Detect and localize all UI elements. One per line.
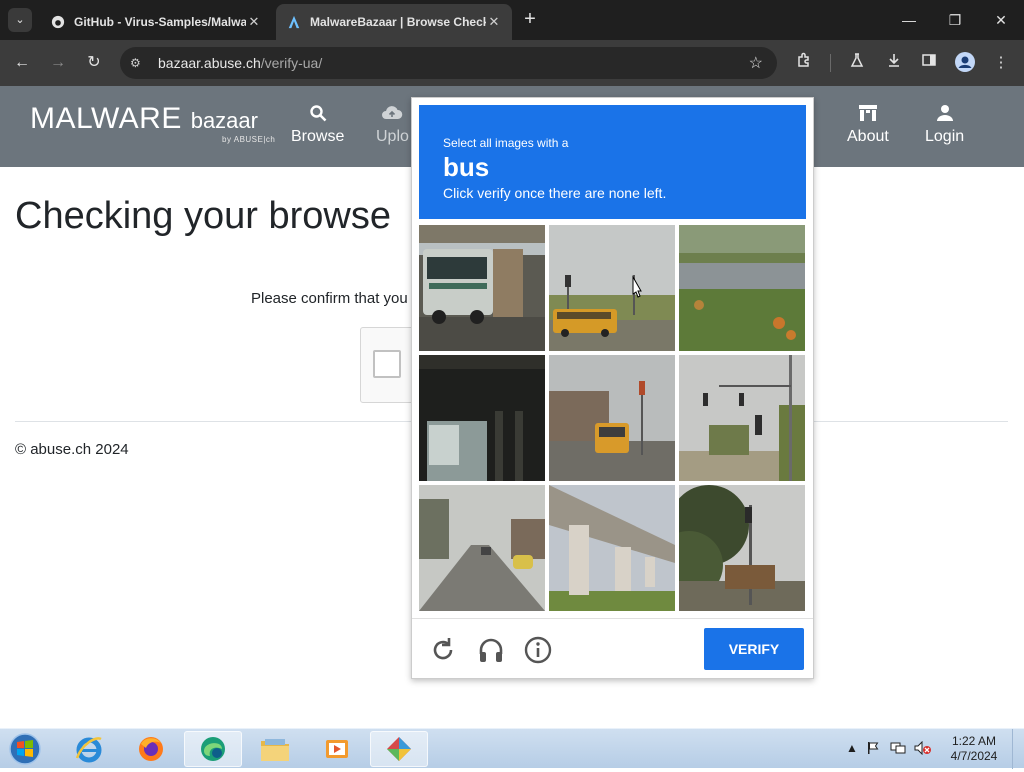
nav-browse[interactable]: Browse bbox=[291, 104, 344, 146]
tab-title: MalwareBazaar | Browse Check bbox=[310, 15, 486, 29]
system-clock[interactable]: 1:22 AM 4/7/2024 bbox=[944, 734, 1004, 764]
challenge-footer-divider bbox=[412, 618, 813, 619]
address-bar[interactable]: ⚙ bazaar.abuse.ch/verify-ua/ ☆ bbox=[120, 47, 777, 79]
captcha-tile-4[interactable] bbox=[419, 355, 545, 481]
captcha-tile-8[interactable] bbox=[549, 485, 675, 611]
internet-explorer-icon[interactable] bbox=[60, 731, 118, 767]
network-icon[interactable] bbox=[890, 741, 906, 758]
close-tab-icon[interactable]: ✕ bbox=[486, 14, 502, 30]
info-icon[interactable] bbox=[523, 635, 553, 665]
building-icon bbox=[847, 104, 889, 124]
verify-button[interactable]: VERIFY bbox=[704, 628, 804, 670]
github-icon bbox=[50, 14, 66, 30]
edge-icon[interactable] bbox=[184, 731, 242, 767]
challenge-instruction: Select all images with a bbox=[443, 136, 569, 150]
minimize-button[interactable]: — bbox=[886, 0, 932, 40]
nav-upload[interactable]: Uplo bbox=[376, 104, 409, 146]
nav-login[interactable]: Login bbox=[925, 104, 964, 146]
side-panel-icon[interactable] bbox=[918, 52, 940, 74]
taskbar: ▲ 1:22 AM 4/7/2024 bbox=[0, 728, 1024, 769]
show-desktop-button[interactable] bbox=[1012, 729, 1024, 769]
restore-button[interactable]: ❐ bbox=[932, 0, 978, 40]
captcha-tile-9[interactable] bbox=[679, 485, 805, 611]
nav-about[interactable]: About bbox=[847, 104, 889, 146]
toolbar-divider bbox=[830, 54, 831, 72]
footer-copyright: © abuse.ch 2024 bbox=[15, 441, 129, 458]
challenge-target-word: bus bbox=[443, 152, 490, 182]
confirm-text: Please confirm that you bbox=[251, 290, 408, 307]
captcha-challenge: Select all images with a bus Click verif… bbox=[411, 97, 814, 679]
captcha-tile-6[interactable] bbox=[679, 355, 805, 481]
tab-title: GitHub - Virus-Samples/Malwa bbox=[74, 15, 246, 29]
start-button[interactable] bbox=[6, 731, 44, 767]
reload-button[interactable]: ↻ bbox=[82, 51, 106, 75]
clock-date: 4/7/2024 bbox=[950, 749, 998, 763]
tab-github[interactable]: GitHub - Virus-Samples/Malwa ✕ bbox=[40, 4, 272, 40]
menu-kebab-icon[interactable]: ⋮ bbox=[990, 52, 1012, 74]
recaptcha-checkbox[interactable] bbox=[373, 350, 401, 378]
malwarebazaar-icon bbox=[286, 14, 302, 30]
reload-challenge-icon[interactable] bbox=[428, 635, 458, 665]
folder-icon[interactable] bbox=[246, 731, 304, 767]
tab-search-button[interactable]: ⌄ bbox=[8, 8, 32, 32]
close-window-button[interactable]: ✕ bbox=[978, 0, 1024, 40]
challenge-subtext: Click verify once there are none left. bbox=[443, 185, 667, 201]
search-icon bbox=[291, 104, 344, 124]
tab-malwarebazaar[interactable]: MalwareBazaar | Browse Check ✕ bbox=[276, 4, 512, 40]
browser-toolbar: ← → ↻ ⚙ bazaar.abuse.ch/verify-ua/ ☆ ⋮ bbox=[0, 40, 1024, 86]
volume-muted-icon[interactable] bbox=[914, 740, 932, 758]
clock-time: 1:22 AM bbox=[951, 734, 997, 748]
extensions-icon[interactable] bbox=[793, 52, 815, 74]
action-center-flag-icon[interactable] bbox=[866, 741, 880, 758]
user-icon bbox=[925, 104, 964, 124]
show-hidden-icons-icon[interactable]: ▲ bbox=[846, 741, 858, 755]
site-info-icon[interactable]: ⚙ bbox=[130, 56, 150, 70]
challenge-header: Select all images with a bus Click verif… bbox=[419, 105, 806, 219]
url-text: bazaar.abuse.ch/verify-ua/ bbox=[158, 55, 323, 71]
close-tab-icon[interactable]: ✕ bbox=[246, 14, 262, 30]
forward-button[interactable]: → bbox=[46, 51, 70, 75]
back-button[interactable]: ← bbox=[10, 51, 34, 75]
firefox-icon[interactable] bbox=[122, 731, 180, 767]
captcha-tile-1[interactable] bbox=[419, 225, 545, 351]
profile-avatar-icon[interactable] bbox=[954, 52, 976, 74]
page-title: Checking your browse bbox=[15, 195, 391, 237]
logo-byline: by ABUSE|ch bbox=[222, 135, 276, 144]
site-logo[interactable]: MALWARE bazaar bbox=[30, 102, 258, 136]
paint-icon[interactable] bbox=[370, 731, 428, 767]
media-player-icon[interactable] bbox=[308, 731, 366, 767]
captcha-tile-2[interactable] bbox=[549, 225, 675, 351]
download-icon[interactable] bbox=[883, 52, 905, 74]
tab-bar: ⌄ GitHub - Virus-Samples/Malwa ✕ Malware… bbox=[0, 0, 1024, 40]
new-tab-button[interactable]: + bbox=[518, 8, 542, 32]
captcha-tile-5[interactable] bbox=[549, 355, 675, 481]
cloud-upload-icon bbox=[376, 104, 409, 124]
captcha-tile-3[interactable] bbox=[679, 225, 805, 351]
audio-challenge-icon[interactable] bbox=[476, 635, 506, 665]
labs-flask-icon[interactable] bbox=[846, 52, 868, 74]
captcha-tile-7[interactable] bbox=[419, 485, 545, 611]
bookmark-star-icon[interactable]: ☆ bbox=[749, 53, 763, 73]
